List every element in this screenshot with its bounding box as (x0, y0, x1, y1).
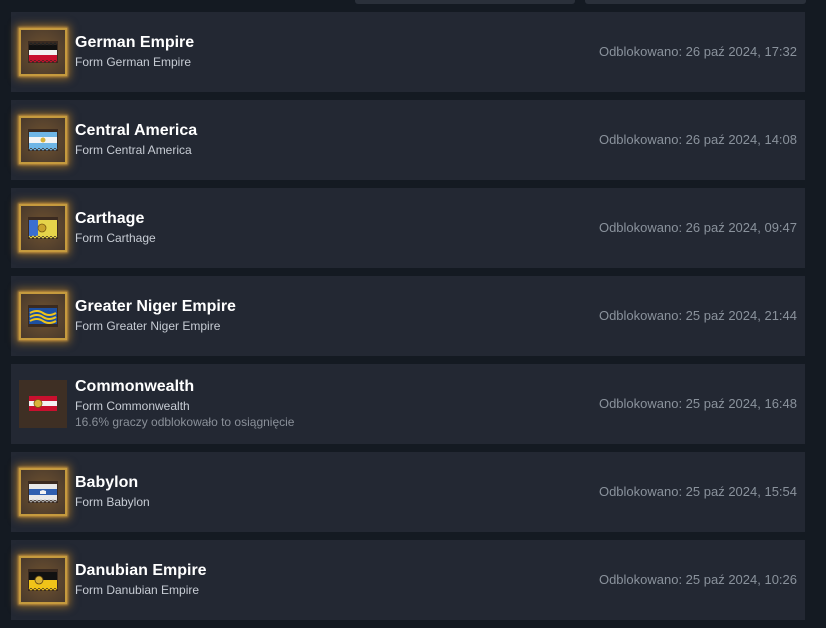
unlock-date: Odblokowano: 25 paź 2024, 16:48 (598, 396, 797, 411)
central-america-flag-icon (28, 129, 58, 151)
achievement-badge (13, 110, 73, 170)
babylon-flag-icon (28, 481, 58, 503)
achievement-row[interactable]: Danubian Empire Form Danubian Empire Odb… (11, 540, 805, 620)
german-empire-flag-icon (28, 41, 58, 63)
achievement-title: Carthage (75, 210, 145, 227)
achievement-description: Form German Empire (75, 55, 192, 69)
achievement-description: Form Carthage (75, 231, 156, 245)
achievement-badge (13, 22, 73, 82)
achievement-row[interactable]: Commonwealth Form Commonwealth 16.6% gra… (11, 364, 805, 444)
achievement-badge (19, 380, 67, 428)
achievement-title: Central America (75, 122, 198, 139)
rarity-text: 16.6% graczy odblokowało to osiągnięcie (75, 415, 295, 429)
achievement-badge (13, 462, 73, 522)
danubian-empire-flag-icon (28, 569, 58, 591)
achievement-description: Form Central America (75, 143, 192, 157)
achievement-row[interactable]: Greater Niger Empire Form Greater Niger … (11, 276, 805, 356)
greater-niger-empire-flag-icon (28, 305, 58, 327)
achievement-description: Form Greater Niger Empire (75, 319, 221, 333)
unlock-date: Odblokowano: 25 paź 2024, 21:44 (598, 308, 797, 323)
achievement-badge (13, 286, 73, 346)
filter-tab-left[interactable] (355, 0, 575, 4)
unlock-date: Odblokowano: 25 paź 2024, 10:26 (598, 572, 797, 587)
achievement-row[interactable]: Carthage Form Carthage Odblokowano: 26 p… (11, 188, 805, 268)
commonwealth-flag-icon (28, 393, 58, 415)
achievement-row[interactable]: Babylon Form Babylon Odblokowano: 25 paź… (11, 452, 805, 532)
achievement-title: Danubian Empire (75, 562, 207, 579)
achievement-row[interactable]: Central America Form Central America Odb… (11, 100, 805, 180)
achievement-title: German Empire (75, 34, 195, 51)
achievement-description: Form Danubian Empire (75, 583, 200, 597)
filter-tab-right[interactable] (585, 0, 806, 4)
achievement-title: Babylon (75, 474, 139, 491)
unlock-date: Odblokowano: 26 paź 2024, 09:47 (598, 220, 797, 235)
unlock-date: Odblokowano: 25 paź 2024, 15:54 (598, 484, 797, 499)
unlock-date: Odblokowano: 26 paź 2024, 14:08 (598, 132, 797, 147)
carthage-flag-icon (28, 217, 58, 239)
achievement-description: Form Commonwealth (75, 399, 190, 413)
achievement-title: Commonwealth (75, 378, 195, 395)
achievement-title: Greater Niger Empire (75, 298, 236, 315)
achievement-description: Form Babylon (75, 495, 150, 509)
achievement-badge (13, 550, 73, 610)
achievement-list: German Empire Form German Empire Odbloko… (11, 12, 805, 628)
achievement-badge (13, 198, 73, 258)
achievement-row[interactable]: German Empire Form German Empire Odbloko… (11, 12, 805, 92)
unlock-date: Odblokowano: 26 paź 2024, 17:32 (598, 44, 797, 59)
